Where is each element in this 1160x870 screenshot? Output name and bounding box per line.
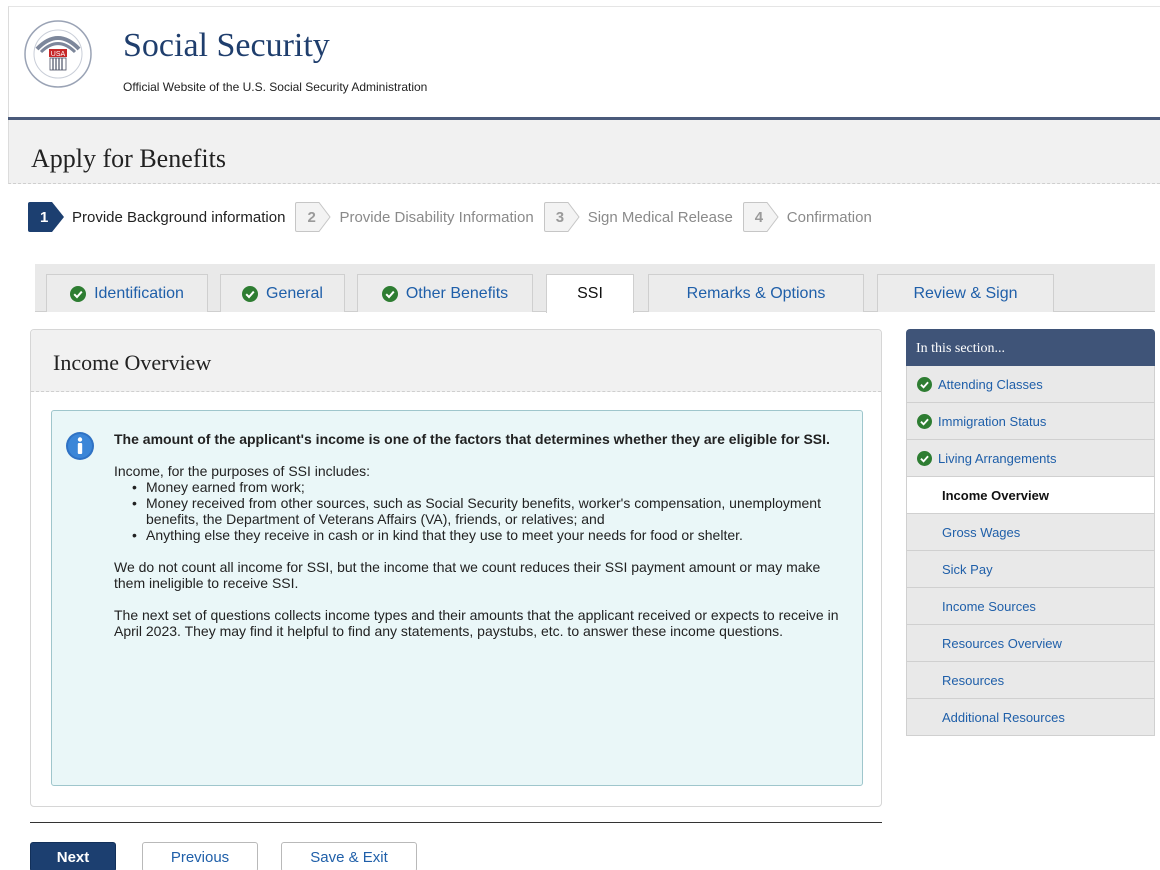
check-circle-icon [381, 285, 398, 302]
tab-remarks-options[interactable]: Remarks & Options [648, 274, 864, 312]
check-circle-icon [917, 450, 932, 466]
step-1-number: 1 [28, 202, 64, 232]
step-2-label: Provide Disability Information [339, 208, 534, 226]
step-2: 2 Provide Disability Information [295, 202, 534, 232]
sidebar-item-label: Income Sources [942, 598, 1036, 614]
sidebar-item-immigration-status[interactable]: Immigration Status [906, 403, 1155, 440]
tab-label: Remarks & Options [686, 284, 826, 302]
sidebar-item-label: Attending Classes [938, 376, 1043, 392]
info-paragraph: The next set of questions collects incom… [114, 607, 839, 639]
sidebar-item-income-sources[interactable]: Income Sources [906, 588, 1155, 625]
sidebar-item-income-overview[interactable]: Income Overview [906, 477, 1155, 514]
check-circle-icon [242, 285, 259, 302]
sidebar-item-resources[interactable]: Resources [906, 662, 1155, 699]
save-exit-button[interactable]: Save & Exit [281, 842, 417, 870]
tab-label: General [266, 284, 323, 302]
sidebar-item-sick-pay[interactable]: Sick Pay [906, 551, 1155, 588]
next-button[interactable]: Next [30, 842, 116, 870]
sidebar-item-gross-wages[interactable]: Gross Wages [906, 514, 1155, 551]
tab-label: SSI [577, 285, 603, 302]
info-intro-text: Income, for the purposes of SSI includes… [114, 463, 371, 479]
step-1: 1 Provide Background information [28, 202, 285, 232]
step-3-number: 3 [543, 202, 580, 232]
tab-label: Other Benefits [405, 284, 509, 302]
sidebar-item-label: Gross Wages [942, 524, 1021, 540]
step-4: 4 Confirmation [742, 202, 872, 232]
step-4-number: 4 [742, 202, 779, 232]
sidebar-item-label: Living Arrangements [938, 450, 1057, 466]
tab-review-sign[interactable]: Review & Sign [877, 274, 1054, 312]
tab-label: Review & Sign [913, 284, 1018, 302]
tab-general[interactable]: General [220, 274, 345, 312]
sidebar-item-additional-resources[interactable]: Additional Resources [906, 699, 1155, 736]
page-title: Apply for Benefits [31, 144, 226, 173]
sidebar-item-label: Income Overview [942, 487, 1049, 503]
svg-text:USA: USA [51, 51, 66, 58]
previous-button[interactable]: Previous [142, 842, 258, 870]
title-band: Apply for Benefits [8, 120, 1160, 184]
list-item: Money earned from work; [132, 479, 844, 495]
info-lead-text: The amount of the applicant's income is … [114, 431, 830, 447]
info-icon [66, 432, 94, 460]
footer-divider [30, 822, 882, 823]
step-1-label: Provide Background information [72, 208, 286, 226]
sidebar-item-resources-overview[interactable]: Resources Overview [906, 625, 1155, 662]
step-3-label: Sign Medical Release [587, 208, 733, 226]
step-3: 3 Sign Medical Release [543, 202, 733, 232]
sidebar-item-label: Sick Pay [942, 561, 993, 577]
check-circle-icon [917, 376, 932, 392]
sidebar-item-label: Additional Resources [942, 709, 1065, 725]
section-sidebar: In this section... Attending Classes Imm… [906, 329, 1155, 736]
info-content: The amount of the applicant's income is … [114, 431, 844, 639]
sidebar-item-label: Resources [942, 672, 1005, 688]
step-4-label: Confirmation [786, 208, 872, 226]
tab-other-benefits[interactable]: Other Benefits [357, 274, 533, 312]
section-tabs: Identification General Other Benefits SS… [35, 264, 1155, 313]
sidebar-item-attending-classes[interactable]: Attending Classes [906, 366, 1155, 403]
income-list: Money earned from work; Money received f… [132, 479, 844, 543]
tab-label: Identification [94, 284, 184, 302]
list-item: Money received from other sources, such … [132, 495, 844, 527]
tab-identification[interactable]: Identification [46, 274, 208, 312]
step-2-number: 2 [295, 202, 332, 232]
check-circle-icon [917, 413, 932, 429]
sidebar-item-label: Immigration Status [938, 413, 1047, 429]
step-progress: 1 Provide Background information 2 Provi… [28, 200, 882, 234]
sidebar-item-living-arrangements[interactable]: Living Arrangements [906, 440, 1155, 477]
panel-header: Income Overview [31, 330, 881, 392]
site-header: USA Social Security Official Website of … [8, 6, 1160, 118]
list-item: Anything else they receive in cash or in… [132, 527, 844, 543]
check-circle-icon [70, 285, 87, 302]
sidebar-item-label: Resources Overview [942, 635, 1062, 651]
main-panel: Income Overview The amount of the applic… [30, 329, 882, 807]
sidebar-heading: In this section... [906, 329, 1155, 366]
info-paragraph: We do not count all income for SSI, but … [114, 559, 821, 591]
panel-title: Income Overview [53, 350, 212, 375]
info-box: The amount of the applicant's income is … [51, 410, 863, 786]
tab-ssi[interactable]: SSI [546, 274, 634, 313]
ssa-seal-icon[interactable]: USA [23, 19, 93, 89]
site-title[interactable]: Social Security [123, 27, 330, 65]
site-subtitle: Official Website of the U.S. Social Secu… [123, 80, 428, 94]
